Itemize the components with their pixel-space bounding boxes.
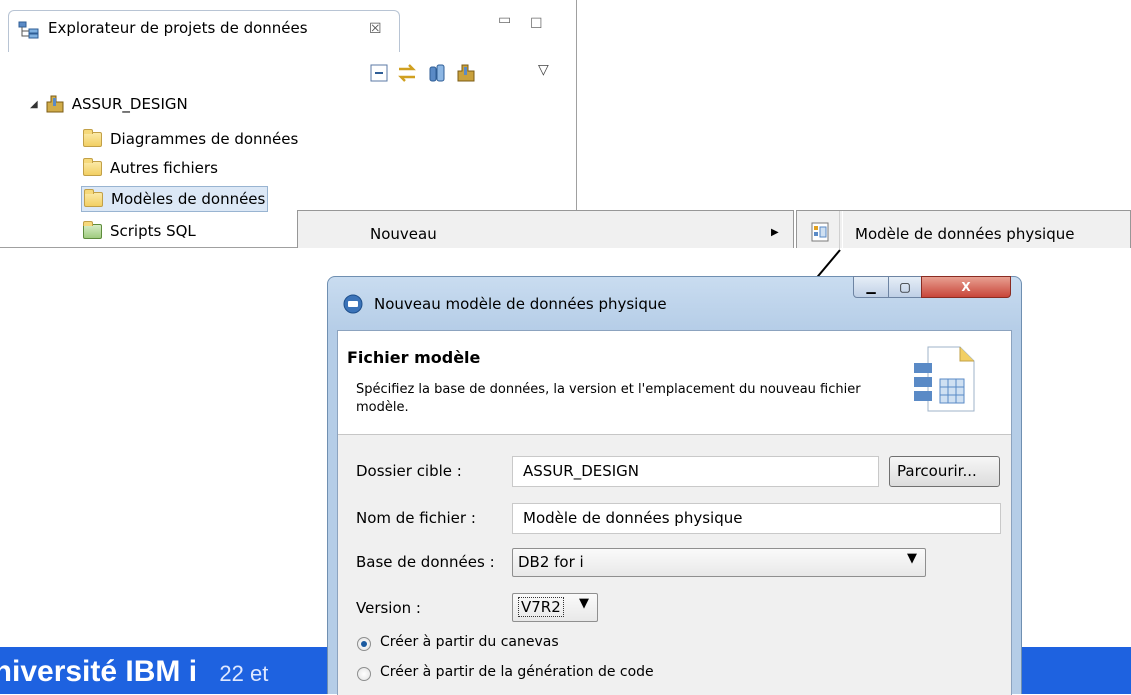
browse-button[interactable]: Parcourir...	[889, 456, 1000, 487]
maximize-icon: ▢	[899, 280, 911, 294]
context-menu: Nouveau ▶	[297, 210, 794, 248]
file-name-field[interactable]: Modèle de données physique	[512, 503, 1001, 534]
wizard-page-title: Fichier modèle	[347, 348, 481, 367]
sql-scripts-folder-icon	[83, 220, 102, 239]
menu-separator	[839, 211, 843, 249]
footer-date-fragment: 22 et	[219, 661, 269, 686]
explorer-tab-title: Explorateur de projets de données	[48, 19, 308, 37]
chevron-down-icon: ▼	[907, 551, 917, 566]
tree-item-label: Autres fichiers	[110, 159, 218, 177]
file-name-label: Nom de fichier :	[356, 509, 476, 527]
project-icon	[46, 95, 64, 113]
project-icon[interactable]	[455, 62, 477, 84]
version-select[interactable]: V7R2 ▼	[512, 593, 598, 622]
project-node[interactable]: ◢ ASSUR_DESIGN	[30, 92, 188, 116]
database-value: DB2 for i	[518, 553, 584, 571]
folder-icon	[83, 128, 102, 147]
tree-item-other-files[interactable]: Autres fichiers	[83, 156, 218, 180]
menu-item-new[interactable]: Nouveau	[370, 225, 437, 243]
database-icon[interactable]	[426, 62, 448, 84]
chevron-down-icon: ▼	[579, 596, 589, 611]
close-button[interactable]: X	[921, 276, 1011, 298]
version-label: Version :	[356, 599, 421, 617]
minimize-icon: ▁	[866, 280, 876, 294]
wizard-banner-icon	[914, 346, 975, 412]
project-name: ASSUR_DESIGN	[71, 95, 188, 113]
new-physical-model-dialog: Nouveau modèle de données physique ▁ ▢ X…	[327, 276, 1022, 695]
link-with-editor-icon[interactable]	[396, 62, 418, 84]
project-explorer-icon	[18, 21, 39, 39]
target-folder-field[interactable]: ASSUR_DESIGN	[512, 456, 879, 487]
tree-item-label: Diagrammes de données	[110, 130, 299, 148]
dialog-body: Fichier modèle Spécifiez la base de donn…	[337, 330, 1012, 695]
radio-from-code-generation-label[interactable]: Créer à partir de la génération de code	[380, 664, 654, 680]
tree-item-diagrams[interactable]: Diagrammes de données	[83, 127, 298, 151]
tree-item-sql-scripts[interactable]: Scripts SQL	[83, 219, 196, 243]
version-value: V7R2	[518, 597, 564, 617]
maximize-button[interactable]: ▢	[888, 276, 922, 298]
database-select[interactable]: DB2 for i ▼	[512, 548, 926, 577]
folder-icon	[83, 157, 102, 176]
target-folder-label: Dossier cible :	[356, 462, 462, 480]
minimize-button[interactable]: ▁	[853, 276, 889, 298]
maximize-view-icon[interactable]: ☐	[530, 16, 543, 32]
database-label: Base de données :	[356, 553, 495, 571]
submenu-arrow-icon: ▶	[771, 227, 779, 238]
footer-org-text: Université IBM i	[0, 655, 198, 688]
collapse-all-icon[interactable]	[368, 62, 390, 84]
physical-data-model-icon	[811, 222, 829, 242]
dialog-title: Nouveau modèle de données physique	[374, 295, 667, 313]
context-submenu: Modèle de données physique	[796, 210, 1131, 249]
tree-item-data-models[interactable]: Modèles de données	[81, 186, 269, 212]
menu-item-physical-data-model[interactable]: Modèle de données physique	[855, 225, 1074, 243]
tree-item-label: Modèles de données	[111, 190, 266, 208]
radio-from-template-label[interactable]: Créer à partir du canevas	[380, 634, 559, 650]
slide-footer: Université IBM i 22 et	[0, 655, 268, 689]
radio-from-code-generation[interactable]	[357, 667, 371, 681]
view-menu-icon[interactable]: ▽	[538, 62, 549, 78]
close-icon: X	[961, 280, 971, 294]
radio-from-template[interactable]	[357, 637, 371, 651]
project-tree: ◢ ASSUR_DESIGN	[30, 92, 188, 116]
expand-icon[interactable]: ◢	[30, 99, 38, 110]
tree-item-label: Scripts SQL	[110, 222, 196, 240]
close-icon[interactable]: ☒	[369, 21, 382, 37]
wizard-page-description: Spécifiez la base de données, la version…	[356, 382, 861, 415]
minimize-view-icon[interactable]: ▭	[498, 12, 511, 28]
dialog-app-icon	[343, 294, 363, 314]
wizard-header: Fichier modèle Spécifiez la base de donn…	[338, 331, 1011, 435]
data-models-folder-icon	[84, 188, 103, 207]
